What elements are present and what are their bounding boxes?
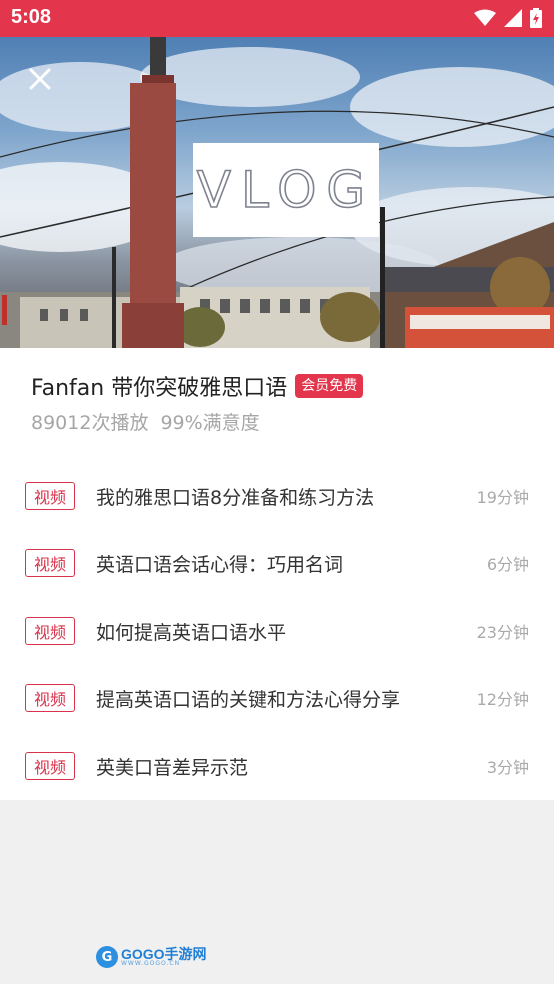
lesson-duration: 12分钟 [476,690,529,709]
course-title-row: Fanfan 带你突破雅思口语 会员免费 [31,370,364,402]
lesson-title: 如何提高英语口语水平 [96,621,287,644]
lesson-item[interactable]: 视频 英美口音差异示范 3分钟 [0,746,554,786]
watermark-logo-icon: G [96,946,118,968]
status-time: 5:08 [11,6,52,28]
close-icon[interactable] [24,63,56,95]
lesson-item[interactable]: 视频 英语口语会话心得：巧用名词 6分钟 [0,543,554,583]
lesson-duration: 19分钟 [476,488,529,507]
course-title: Fanfan 带你突破雅思口语 [31,376,288,401]
course-cover-image: VLOG [0,37,554,348]
lesson-title: 英语口语会话心得：巧用名词 [96,553,344,576]
play-count: 89012次播放 [31,412,149,434]
site-watermark-logo: G GOGO手游网 WWW.GOGO.CN [96,946,207,968]
status-bar: 5:08 [0,0,554,37]
video-tag: 视频 [25,617,75,645]
video-tag: 视频 [25,752,75,780]
status-icons [474,8,542,28]
member-free-badge: 会员免费 [295,374,364,398]
lesson-duration: 23分钟 [476,623,529,642]
watermark-brand: GOGO手游网 [121,946,207,962]
lesson-item[interactable]: 视频 我的雅思口语8分准备和练习方法 19分钟 [0,476,554,516]
satisfaction-rate: 99%满意度 [160,412,260,434]
video-tag: 视频 [25,549,75,577]
video-tag: 视频 [25,684,75,712]
lesson-title: 英美口音差异示范 [96,756,249,779]
lesson-duration: 3分钟 [486,758,529,777]
lesson-item[interactable]: 视频 如何提高英语口语水平 23分钟 [0,611,554,651]
watermark-text: GOGO手游网 WWW.GOGO.CN [121,947,207,967]
signal-icon [504,9,522,27]
lesson-duration: 6分钟 [486,555,529,574]
wifi-icon [474,9,496,26]
lesson-item[interactable]: 视频 提高英语口语的关键和方法心得分享 12分钟 [0,678,554,718]
lesson-title: 我的雅思口语8分准备和练习方法 [96,486,375,509]
course-stats: 89012次播放 99%满意度 [31,408,260,435]
watermark-url: WWW.GOGO.CN [121,960,181,967]
battery-icon [530,8,542,28]
video-tag: 视频 [25,482,75,510]
vlog-label-box: VLOG [193,143,379,237]
lesson-title: 提高英语口语的关键和方法心得分享 [96,688,401,711]
course-panel: Fanfan 带你突破雅思口语 会员免费 89012次播放 99%满意度 视频 … [0,348,554,800]
vlog-text: VLOG [196,160,376,220]
